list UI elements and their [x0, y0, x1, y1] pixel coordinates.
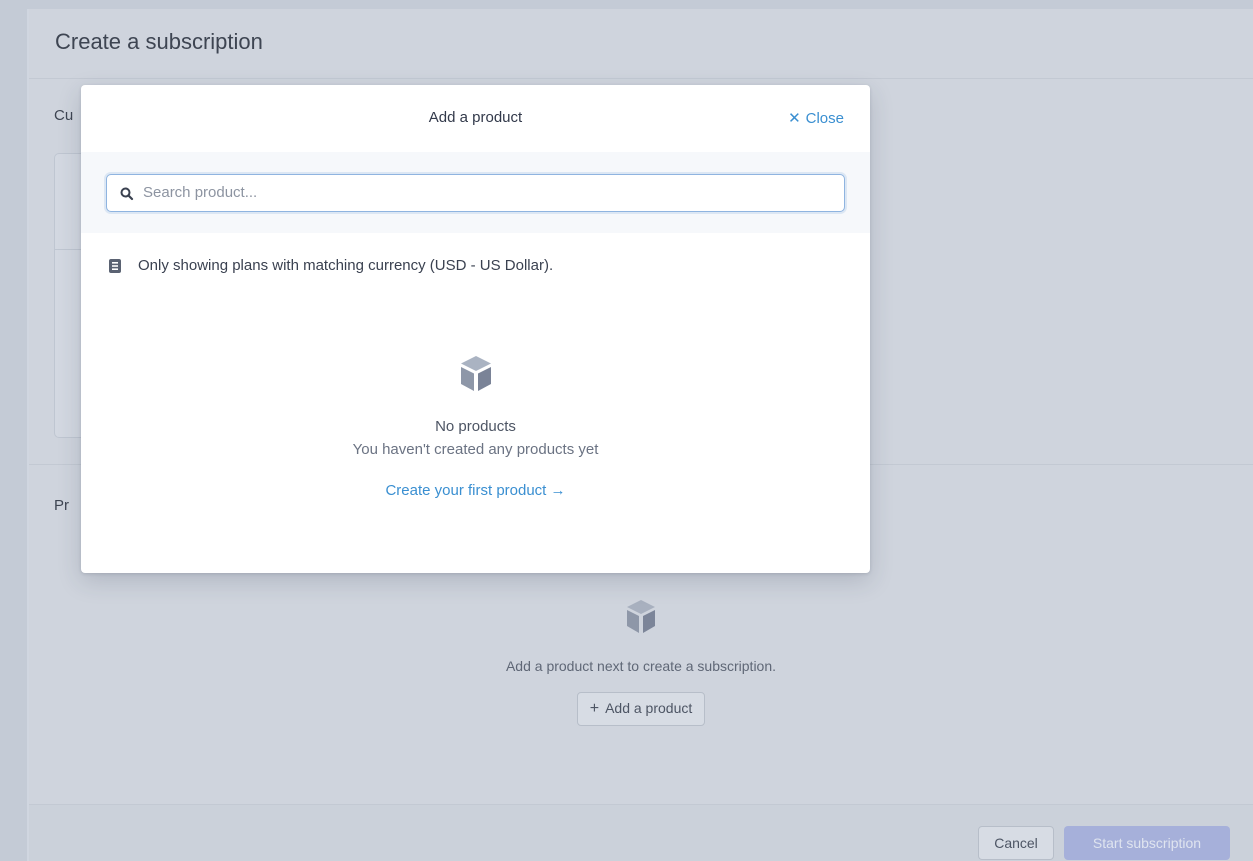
modal-header: Add a product ✕ Close: [81, 85, 870, 152]
sheet-header: Create a subscription: [29, 9, 1253, 79]
page-title: Create a subscription: [55, 29, 263, 54]
empty-subtitle: You haven't created any products yet: [352, 441, 599, 458]
close-button[interactable]: ✕ Close: [788, 109, 844, 127]
modal-title: Add a product: [428, 109, 523, 126]
left-strip: [0, 0, 27, 861]
info-icon: [109, 258, 121, 273]
currency-info: Only showing plans with matching currenc…: [109, 257, 553, 274]
products-section-label: Pr: [54, 497, 69, 514]
currency-info-text: Only showing plans with matching currenc…: [138, 257, 554, 274]
add-product-button[interactable]: + Add a product: [576, 692, 706, 726]
search-input[interactable]: [143, 175, 833, 210]
search-band: [81, 152, 870, 233]
start-subscription-button[interactable]: Start subscription: [1064, 826, 1230, 860]
sheet-footer: Cancel Start subscription: [29, 804, 1253, 861]
search-icon: [120, 187, 134, 201]
empty-title: No products: [435, 418, 516, 435]
cancel-button[interactable]: Cancel: [978, 826, 1054, 860]
modal-empty-state: No products You haven't created any prod…: [81, 355, 870, 500]
search-field[interactable]: [106, 174, 845, 212]
box-icon: [459, 355, 493, 393]
top-strip: [0, 0, 1253, 9]
add-product-modal: Add a product ✕Close Only showing p: [81, 85, 870, 573]
plus-icon: +: [589, 700, 600, 717]
products-empty-message: Add a product next to create a subscript…: [505, 658, 777, 674]
close-label: Close: [805, 110, 844, 127]
customer-section-label: Cu: [54, 107, 74, 124]
create-first-product-link[interactable]: Create your first product →: [385, 482, 565, 499]
products-empty-state: Add a product next to create a subscript…: [29, 599, 1253, 726]
close-icon: ✕: [788, 110, 801, 127]
box-icon: [625, 599, 657, 635]
add-product-button-label: Add a product: [605, 700, 693, 716]
